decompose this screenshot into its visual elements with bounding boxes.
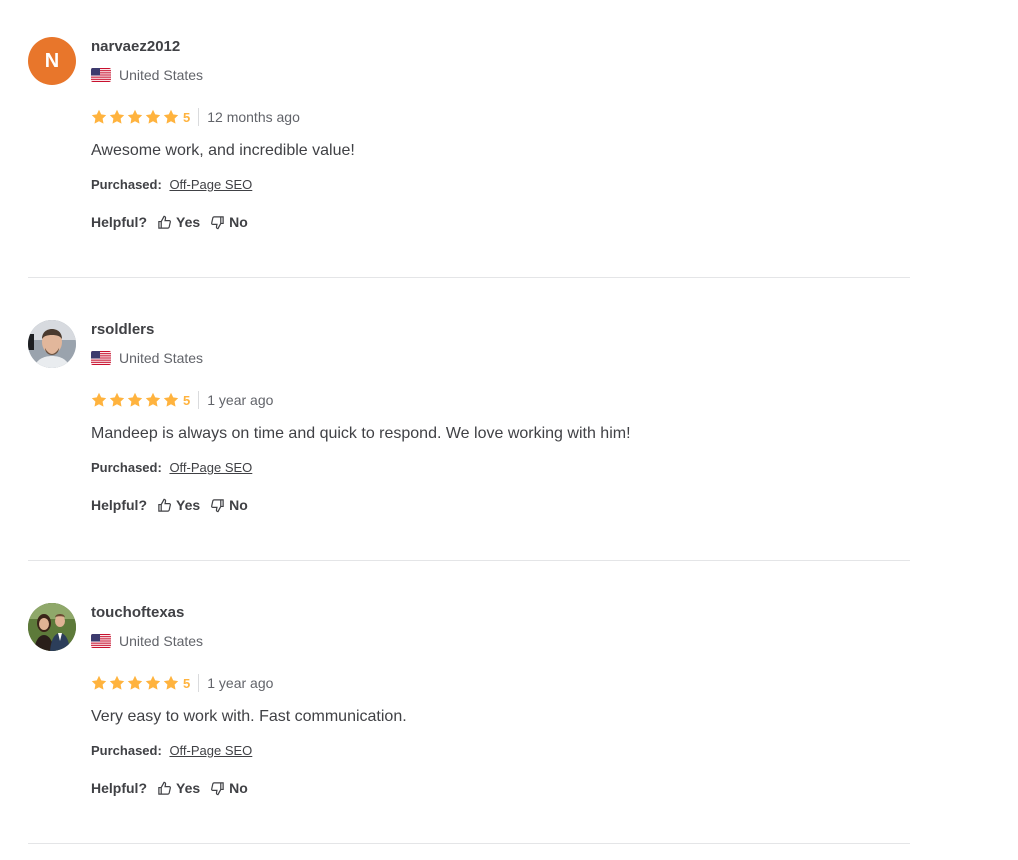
- star-icon: [109, 392, 125, 407]
- no-label: No: [229, 780, 248, 796]
- purchased-item-link[interactable]: Off-Page SEO: [169, 743, 252, 758]
- purchased-info: Purchased: Off-Page SEO: [91, 460, 252, 475]
- star-icon: [163, 392, 179, 407]
- helpful-yes-button[interactable]: Yes: [157, 780, 200, 796]
- thumbs-up-icon: [158, 215, 171, 229]
- rating-separator: [198, 674, 200, 692]
- avatar[interactable]: [28, 603, 76, 651]
- avatar[interactable]: [28, 320, 76, 368]
- review-divider: [28, 560, 910, 561]
- thumbs-down-icon: [211, 498, 224, 512]
- rating-row: 5 1 year ago: [91, 674, 273, 692]
- thumbs-up-icon: [158, 781, 171, 795]
- reviewer-username[interactable]: touchoftexas: [91, 604, 184, 621]
- helpful-row: Helpful? Yes No: [91, 214, 248, 230]
- avatar-photo: [28, 320, 76, 368]
- rating-row: 5 1 year ago: [91, 391, 273, 409]
- helpful-yes-button[interactable]: Yes: [157, 214, 200, 230]
- avatar[interactable]: N: [28, 37, 76, 85]
- yes-label: Yes: [176, 497, 201, 513]
- reviewer-country: United States: [91, 67, 203, 83]
- avatar-initial: N: [44, 49, 60, 72]
- reviewer-country: United States: [91, 633, 203, 649]
- review-divider: [28, 277, 910, 278]
- us-flag-icon: [91, 634, 111, 648]
- review-text: Awesome work, and incredible value!: [91, 142, 355, 159]
- purchased-info: Purchased: Off-Page SEO: [91, 177, 252, 192]
- star-icon: [145, 392, 161, 407]
- rating-score: 5: [183, 109, 191, 125]
- review-text: Very easy to work with. Fast communicati…: [91, 708, 407, 725]
- purchased-label: Purchased:: [91, 177, 162, 192]
- thumbs-down-icon: [211, 781, 224, 795]
- rating-score: 5: [183, 675, 191, 691]
- review-item: N narvaez2012 United States 5 12 months …: [0, 0, 1018, 283]
- purchased-label: Purchased:: [91, 460, 162, 475]
- purchased-item-link[interactable]: Off-Page SEO: [169, 177, 252, 192]
- reviewer-username[interactable]: rsoldlers: [91, 321, 154, 338]
- helpful-row: Helpful? Yes No: [91, 497, 248, 513]
- review-item: rsoldlers United States 5 1 year ago Man…: [0, 283, 1018, 566]
- rating-score: 5: [183, 392, 191, 408]
- star-icon: [127, 392, 143, 407]
- star-icon: [145, 109, 161, 124]
- reviewer-username[interactable]: narvaez2012: [91, 38, 180, 55]
- helpful-row: Helpful? Yes No: [91, 780, 248, 796]
- helpful-label: Helpful?: [91, 497, 147, 513]
- review-time: 12 months ago: [207, 109, 300, 125]
- star-icon: [91, 675, 107, 690]
- star-icon: [163, 675, 179, 690]
- star-rating: [91, 675, 179, 691]
- star-icon: [163, 109, 179, 124]
- thumbs-up-icon: [158, 498, 171, 512]
- helpful-yes-button[interactable]: Yes: [157, 497, 200, 513]
- helpful-label: Helpful?: [91, 780, 147, 796]
- avatar-photo: [28, 603, 76, 651]
- star-icon: [91, 109, 107, 124]
- no-label: No: [229, 497, 248, 513]
- helpful-no-button[interactable]: No: [210, 780, 248, 796]
- rating-row: 5 12 months ago: [91, 108, 300, 126]
- review-divider: [28, 843, 910, 844]
- review-item: touchoftexas United States 5 1 year ago …: [0, 566, 1018, 849]
- star-icon: [127, 675, 143, 690]
- purchased-info: Purchased: Off-Page SEO: [91, 743, 252, 758]
- review-time: 1 year ago: [207, 675, 274, 691]
- star-icon: [145, 675, 161, 690]
- yes-label: Yes: [176, 780, 201, 796]
- star-icon: [91, 392, 107, 407]
- rating-separator: [198, 391, 200, 409]
- yes-label: Yes: [176, 214, 201, 230]
- star-rating: [91, 109, 179, 125]
- star-icon: [127, 109, 143, 124]
- purchased-label: Purchased:: [91, 743, 162, 758]
- helpful-label: Helpful?: [91, 214, 147, 230]
- rating-separator: [198, 108, 200, 126]
- us-flag-icon: [91, 68, 111, 82]
- no-label: No: [229, 214, 248, 230]
- star-icon: [109, 109, 125, 124]
- review-text: Mandeep is always on time and quick to r…: [91, 425, 631, 442]
- purchased-item-link[interactable]: Off-Page SEO: [169, 460, 252, 475]
- us-flag-icon: [91, 351, 111, 365]
- country-label: United States: [119, 633, 204, 649]
- review-time: 1 year ago: [207, 392, 274, 408]
- country-label: United States: [119, 67, 204, 83]
- helpful-no-button[interactable]: No: [210, 497, 248, 513]
- star-rating: [91, 392, 179, 408]
- helpful-no-button[interactable]: No: [210, 214, 248, 230]
- star-icon: [109, 675, 125, 690]
- country-label: United States: [119, 350, 204, 366]
- thumbs-down-icon: [211, 215, 224, 229]
- reviewer-country: United States: [91, 350, 203, 366]
